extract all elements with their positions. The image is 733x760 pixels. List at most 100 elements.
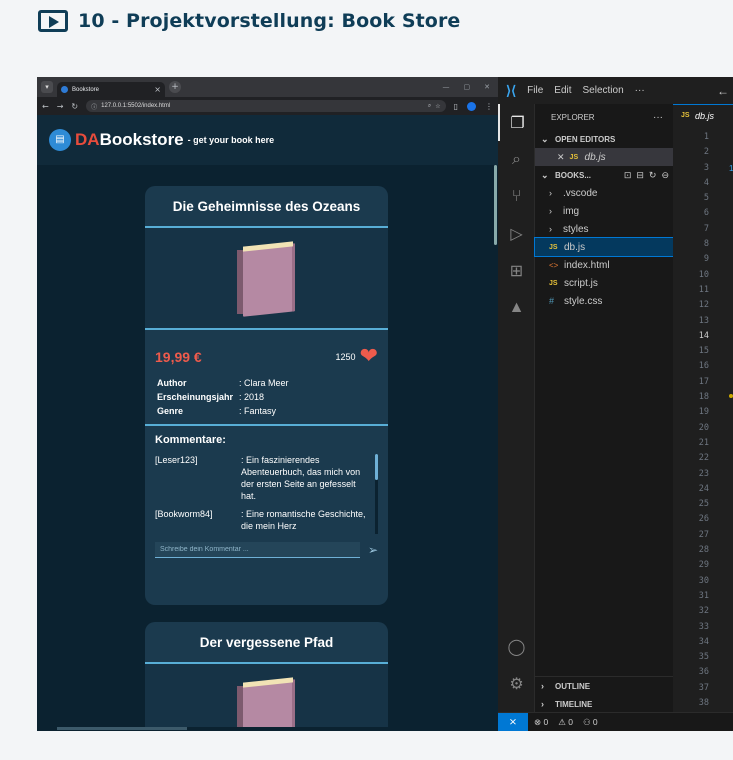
extensions-icon[interactable]: ⊞ [498, 252, 535, 289]
source-control-icon[interactable]: ⑂ [498, 178, 535, 215]
book-cover [145, 228, 388, 330]
new-file-icon[interactable]: ⊡ [624, 170, 632, 181]
account-icon[interactable]: ◯ [498, 628, 535, 665]
minimize-icon[interactable]: — [443, 83, 450, 91]
more-actions-icon[interactable]: ··· [653, 112, 663, 123]
tree-folder[interactable]: › img [535, 202, 673, 220]
extensions-icon[interactable]: ▯ [454, 102, 458, 111]
timeline-section[interactable]: › TIMELINE [535, 695, 673, 713]
site-info-icon[interactable]: ⓘ [91, 102, 97, 111]
browser-tab[interactable]: Bookstore × [57, 82, 165, 97]
close-icon[interactable]: ✕ [557, 152, 565, 163]
search-icon[interactable]: ⌕ [498, 141, 535, 178]
maximize-icon[interactable]: ▢ [464, 83, 471, 91]
tree-file-selected[interactable]: JS db.js [534, 237, 674, 257]
line-number: 5 [703, 193, 709, 204]
menu-edit[interactable]: Edit [554, 85, 571, 96]
open-editor-item[interactable]: ✕ JS db.js [535, 148, 673, 166]
book-card: Der vergessene Pfad [145, 622, 388, 731]
comment-text: : Eine romantische Geschichte, die mein … [241, 509, 366, 531]
line-number: 1 [703, 132, 709, 142]
vscode-window: ⟩⟨ File Edit Selection ··· ← ❐ ⌕ ⑂ ▷ ⊞ ▲… [498, 77, 733, 731]
tree-folder[interactable]: › styles [535, 220, 673, 238]
line-number: 8 [703, 239, 709, 250]
open-editors-label: OPEN EDITORS [555, 134, 616, 144]
tree-folder[interactable]: › .vscode [535, 184, 673, 202]
forward-icon[interactable]: → [57, 102, 64, 111]
back-arrow-icon[interactable]: ← [717, 84, 733, 98]
tree-item-label: index.html [564, 259, 610, 271]
tree-file[interactable]: JS script.js [535, 274, 673, 292]
line-number: 13 [698, 315, 709, 326]
settings-gear-icon[interactable]: ⚙ [498, 665, 535, 702]
run-debug-icon[interactable]: ▷ [498, 215, 535, 252]
new-tab-icon[interactable]: + [169, 81, 181, 93]
send-icon[interactable]: ➢ [368, 543, 378, 557]
tree-file[interactable]: # style.css [535, 292, 673, 310]
book-icon [237, 241, 295, 317]
tab-search-icon[interactable]: ▾ [41, 81, 53, 93]
remote-icon[interactable]: ⨯ [498, 712, 528, 731]
detail-key: Erscheinungsjahr [157, 392, 234, 402]
detail-key: Genre [157, 406, 184, 416]
horizontal-scrollbar[interactable] [37, 727, 498, 731]
heart-icon[interactable]: ❤ [360, 346, 378, 368]
chevron-right-icon: › [541, 699, 544, 709]
refresh-icon[interactable]: ↻ [649, 170, 657, 181]
line-number: 37 [698, 682, 709, 693]
chevron-right-icon: › [541, 681, 544, 691]
editor-tab[interactable]: JS db.js [673, 104, 733, 126]
menu-selection[interactable]: Selection [583, 85, 624, 96]
tree-file[interactable]: <> index.html [535, 256, 673, 274]
zoom-icon[interactable]: ⌕ [428, 102, 431, 110]
line-number: 4 [703, 177, 709, 188]
menu-file[interactable]: File [527, 85, 543, 96]
url-text: 127.0.0.1:5502/index.html [101, 103, 171, 109]
collapse-all-icon[interactable]: ⊖ [661, 170, 669, 181]
bookmark-star-icon[interactable]: ☆ [435, 103, 440, 110]
close-window-icon[interactable]: ✕ [484, 83, 490, 91]
comment-input[interactable] [155, 542, 360, 558]
js-file-icon: JS [681, 112, 690, 119]
open-editors-section[interactable]: ⌄ OPEN EDITORS [535, 130, 673, 148]
menu-more[interactable]: ··· [635, 85, 645, 96]
like-count: 1250 [335, 352, 356, 362]
code-editor[interactable]: JS db.js 1 2 3 4 5 6 7 8 9 10 11 12 13 14 15 16 17 18 19 20… [673, 104, 733, 712]
line-number: 25 [698, 499, 709, 510]
chevron-down-icon: ⌄ [541, 133, 549, 144]
video-frame[interactable]: ▾ Bookstore × + — ▢ ✕ ← → ↻ ⓘ 127.0.0.1:… [37, 77, 733, 731]
problems-status[interactable]: ⊗ 0 ⚠ 0 ⚇ 0 [528, 717, 598, 728]
browser-tab-strip: ▾ Bookstore × + — ▢ ✕ [37, 77, 498, 97]
comment-scrollbar[interactable] [375, 454, 378, 534]
code-fragment: 1 [729, 164, 733, 173]
js-file-icon: JS [549, 279, 558, 287]
comment-list[interactable]: [Leser123] : Ein faszinierendes Abenteue… [155, 454, 378, 536]
new-folder-icon[interactable]: ⊟ [636, 170, 644, 181]
chevron-down-icon: ⌄ [541, 169, 549, 180]
ports-count: ⚇ 0 [582, 716, 598, 727]
comment-item: [Leser123] : Ein faszinierendes Abenteue… [155, 454, 366, 502]
outline-panel: › OUTLINE › TIMELINE [535, 676, 673, 713]
tree-item-label: style.css [564, 295, 603, 307]
line-number: 14 [698, 330, 709, 341]
lightbulb-icon[interactable] [729, 394, 733, 398]
angular-icon[interactable]: ▲ [498, 289, 535, 326]
explorer-icon[interactable]: ❐ [498, 104, 535, 141]
close-tab-icon[interactable]: × [154, 85, 161, 94]
profile-icon[interactable] [467, 101, 476, 111]
book-price: 19,99 € [155, 349, 202, 365]
outline-section[interactable]: › OUTLINE [535, 677, 673, 695]
tree-item-label: styles [563, 223, 589, 235]
detail-key: Author [157, 378, 187, 388]
tree-item-label: script.js [564, 277, 598, 289]
detail-row: Erscheinungsjahr : 2018 [157, 392, 376, 402]
back-icon[interactable]: ← [42, 102, 49, 111]
address-bar[interactable]: ⓘ 127.0.0.1:5502/index.html ⌕ ☆ [86, 100, 446, 112]
explorer-header: EXPLORER ··· [535, 104, 673, 130]
reload-icon[interactable]: ↻ [71, 102, 78, 111]
project-section[interactable]: ⌄ BOOKS... ⊡ ⊟ ↻ ⊖ [535, 166, 673, 184]
kebab-menu-icon[interactable]: ⋮ [485, 102, 493, 111]
line-number: 36 [698, 667, 709, 678]
line-number: 11 [698, 284, 709, 295]
html-file-icon: <> [549, 260, 559, 270]
